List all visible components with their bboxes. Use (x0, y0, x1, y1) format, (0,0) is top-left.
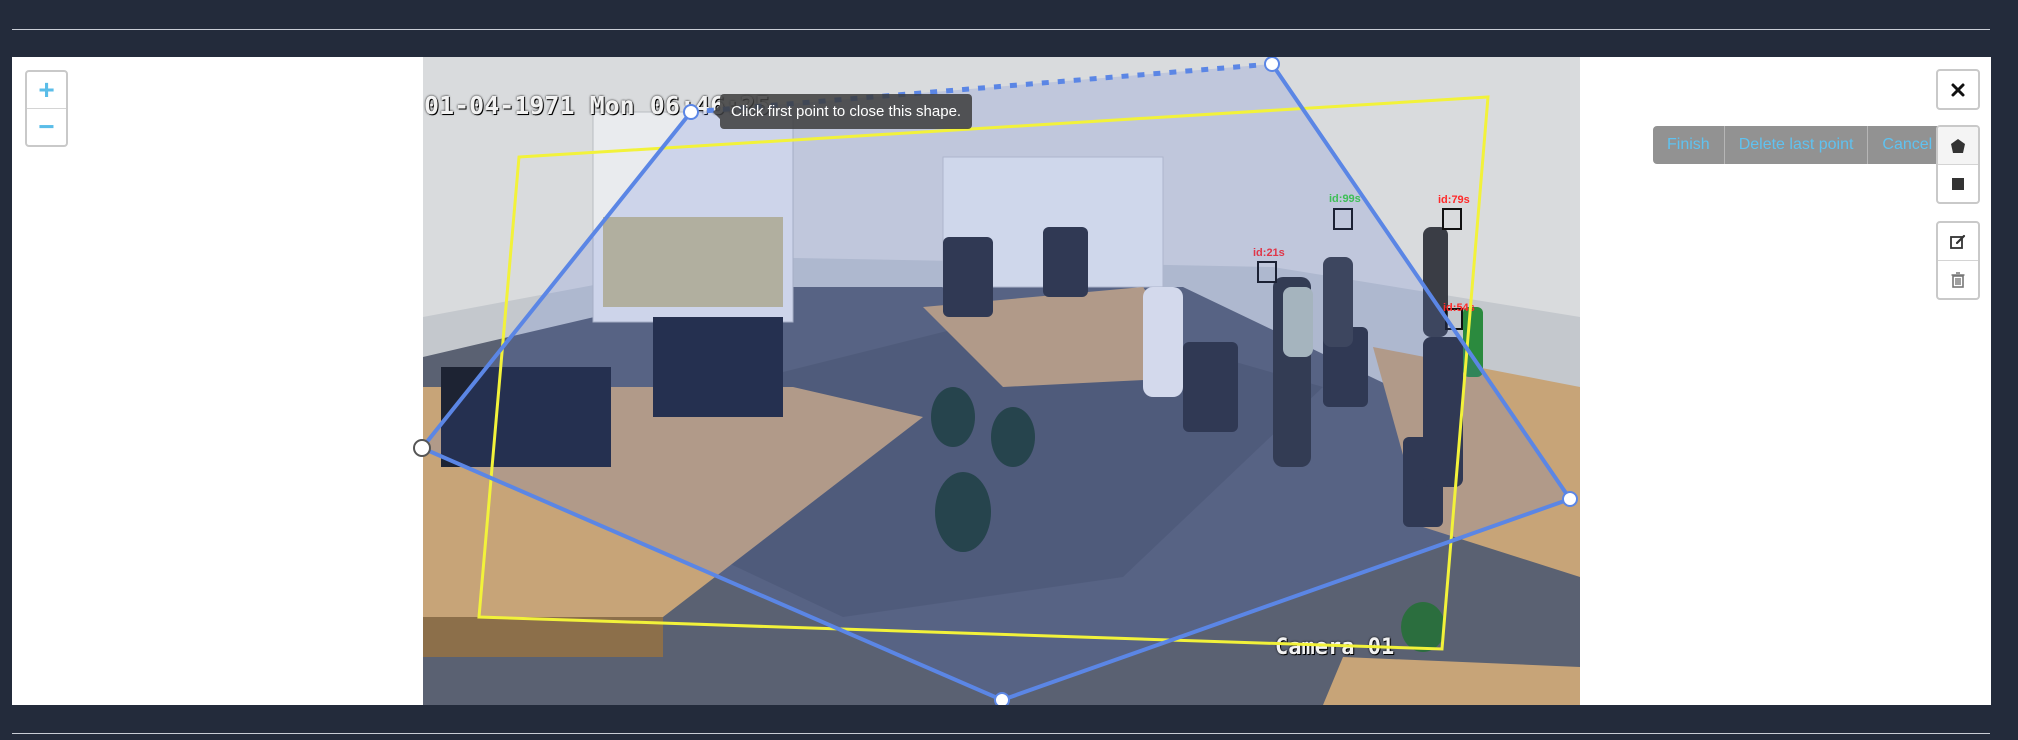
draw-tooltip: Click first point to close this shape. (712, 94, 973, 129)
zoom-control: + − (25, 70, 68, 147)
draw-polygon-button[interactable] (1938, 127, 1978, 164)
cancel-button[interactable]: Cancel (1867, 126, 1946, 164)
rectangle-icon (1952, 177, 1964, 190)
draw-toolbar (1936, 125, 1980, 204)
vertex-handle[interactable] (1562, 491, 1578, 507)
trash-icon (1951, 271, 1965, 288)
zoom-out-button[interactable]: − (27, 108, 66, 145)
edit-toolbar (1936, 221, 1980, 300)
bottom-divider (12, 733, 1990, 734)
draw-rectangle-button[interactable] (1938, 164, 1978, 202)
zoom-in-button[interactable]: + (27, 72, 66, 108)
finish-button[interactable]: Finish (1653, 126, 1724, 164)
top-divider (12, 29, 1990, 30)
vertex-handle[interactable] (413, 439, 431, 457)
close-button[interactable] (1938, 71, 1978, 108)
close-toolbar (1936, 69, 1980, 110)
delete-last-point-button[interactable]: Delete last point (1723, 126, 1868, 164)
edit-icon (1950, 234, 1966, 249)
edit-layers-button[interactable] (1938, 223, 1978, 260)
delete-layers-button[interactable] (1938, 260, 1978, 298)
close-icon (1951, 83, 1965, 96)
map-container[interactable]: 01-04-1971 Mon 06:46:25 Camera 01 id:99s… (12, 57, 1991, 705)
draw-actions: Finish Delete last point Cancel (1653, 126, 1947, 164)
vertex-handle[interactable] (994, 692, 1010, 705)
vertex-handle[interactable] (1264, 57, 1280, 72)
vertex-handle[interactable] (683, 104, 699, 120)
polygon-icon (1951, 138, 1965, 153)
